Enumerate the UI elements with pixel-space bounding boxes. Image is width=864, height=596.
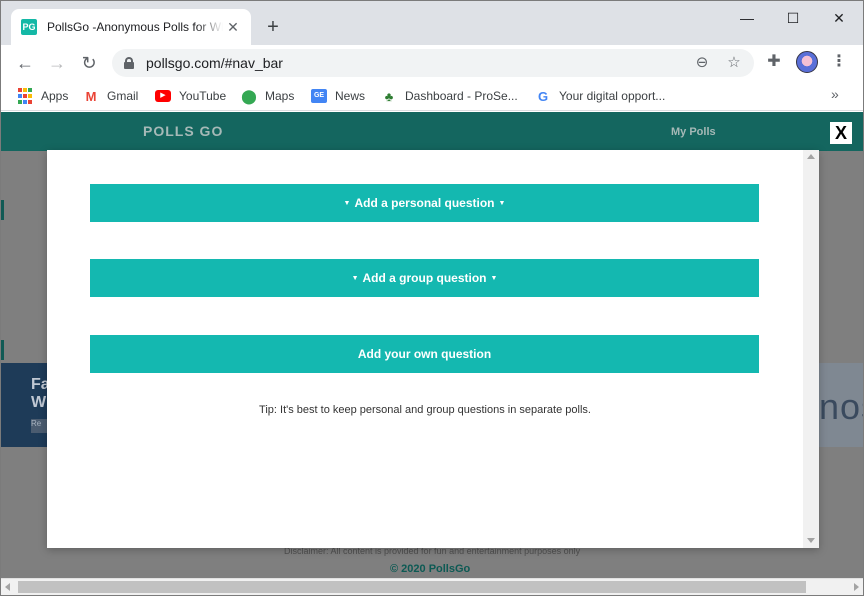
bookmark-label: News <box>335 89 366 103</box>
zoom-icon[interactable]: ⊖ <box>692 53 712 73</box>
modal-scrollbar[interactable] <box>803 150 819 548</box>
bookmark-apps[interactable]: Apps <box>17 86 68 106</box>
caret-down-icon: ▼ <box>490 274 498 282</box>
site-navbar: POLLS GO My Polls <box>1 112 863 151</box>
horizontal-scrollbar[interactable] <box>1 578 863 595</box>
bookmark-label: Apps <box>41 89 69 103</box>
bookmark-label: Dashboard - ProSe... <box>405 89 518 103</box>
bg-accent-strip <box>1 200 4 220</box>
button-label: Add a personal question <box>354 196 495 210</box>
site-logo[interactable]: POLLS GO <box>143 123 223 139</box>
bookmark-news[interactable]: GE News <box>311 86 365 106</box>
scroll-down-arrow-icon[interactable] <box>807 538 815 543</box>
button-label: Add your own question <box>357 347 492 361</box>
profile-avatar[interactable] <box>796 51 818 73</box>
apps-grid-icon <box>17 88 33 104</box>
scrollbar-thumb[interactable] <box>18 581 806 593</box>
bookmark-maps[interactable]: ⬤ Maps <box>241 86 294 106</box>
bookmarks-bar: Apps M Gmail ▶ YouTube ⬤ Maps GE News ♣ … <box>1 81 863 111</box>
google-g-icon: G <box>537 88 549 104</box>
modal-close-button[interactable]: X <box>830 122 852 144</box>
gmail-icon: M <box>85 88 97 104</box>
caret-down-icon: ▼ <box>351 274 359 282</box>
maximize-icon[interactable]: ☐ <box>770 7 816 29</box>
caret-down-icon: ▼ <box>343 199 351 207</box>
tab-strip: PG PollsGo -Anonymous Polls for WhatsApp… <box>1 1 863 45</box>
tab-pollsgo[interactable]: PG PollsGo -Anonymous Polls for WhatsApp… <box>11 9 251 45</box>
forward-arrow-icon[interactable]: → <box>45 51 69 75</box>
news-icon: GE <box>311 88 327 104</box>
youtube-icon: ▶ <box>155 88 171 104</box>
tab-close-icon[interactable]: ✕ <box>225 19 241 36</box>
bg-accent-strip <box>1 340 4 360</box>
tab-title: PollsGo -Anonymous Polls for WhatsApp <box>47 20 223 34</box>
pollsgo-favicon-icon: PG <box>21 19 37 35</box>
bookmark-label: Your digital opport... <box>559 89 666 103</box>
address-bar[interactable]: pollsgo.com/#nav_bar ⊖ ☆ <box>112 49 754 77</box>
maps-pin-icon: ⬤ <box>241 87 257 104</box>
dashboard-leaf-icon: ♣ <box>384 88 394 104</box>
bookmark-gmail[interactable]: M Gmail <box>83 86 139 106</box>
browser-toolbar: ← → ↻ pollsgo.com/#nav_bar ⊖ ☆ <box>1 45 863 81</box>
footer-copyright: © 2020 PollsGo <box>390 563 471 575</box>
minimize-icon[interactable]: — <box>724 7 770 29</box>
add-own-question-button[interactable]: Add your own question <box>90 335 759 373</box>
bookmark-dashboard[interactable]: ♣ Dashboard - ProSe... <box>381 86 518 106</box>
tip-text: Tip: It's best to keep personal and grou… <box>259 404 591 416</box>
bookmark-youtube[interactable]: ▶ YouTube <box>155 86 226 106</box>
window-close-icon[interactable]: ✕ <box>816 7 862 29</box>
url-text: pollsgo.com/#nav_bar <box>146 55 283 71</box>
reload-icon[interactable]: ↻ <box>77 51 101 75</box>
extensions-puzzle-icon[interactable]: ✚ <box>763 51 785 73</box>
add-group-question-button[interactable]: ▼ Add a group question ▼ <box>90 259 759 297</box>
back-arrow-icon[interactable]: ← <box>13 51 37 75</box>
bg-banner-button: Re <box>31 419 47 433</box>
browser-menu-icon[interactable]: ⋮ <box>829 51 849 73</box>
add-personal-question-button[interactable]: ▼ Add a personal question ▼ <box>90 184 759 222</box>
bookmark-label: Gmail <box>107 89 139 103</box>
button-label: Add a group question <box>362 271 487 285</box>
bg-right-text: nos <box>819 386 863 427</box>
bookmark-label: YouTube <box>179 89 227 103</box>
bookmarks-overflow-icon[interactable]: » <box>831 86 839 102</box>
bookmark-digital[interactable]: G Your digital opport... <box>535 86 665 106</box>
caret-down-icon: ▼ <box>498 199 506 207</box>
lock-icon <box>124 57 134 69</box>
new-tab-icon[interactable]: + <box>263 15 283 39</box>
scroll-left-arrow-icon[interactable] <box>5 583 10 591</box>
browser-window: PG PollsGo -Anonymous Polls for WhatsApp… <box>0 0 864 596</box>
nav-my-polls-link[interactable]: My Polls <box>671 126 716 138</box>
scroll-up-arrow-icon[interactable] <box>807 154 815 159</box>
bookmark-star-icon[interactable]: ☆ <box>724 53 744 73</box>
scroll-right-arrow-icon[interactable] <box>854 583 859 591</box>
bookmark-label: Maps <box>265 89 295 103</box>
bg-banner-text: W <box>31 394 47 411</box>
question-modal: ▼ Add a personal question ▼ ▼ Add a grou… <box>47 150 819 548</box>
